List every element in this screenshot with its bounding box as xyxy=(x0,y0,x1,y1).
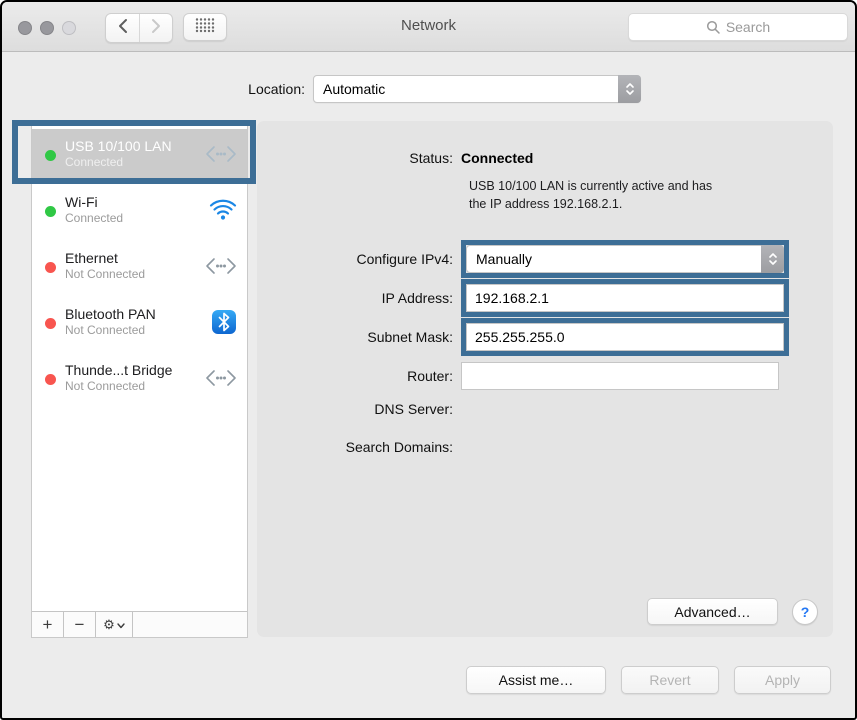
configure-ipv4-row: Configure IPv4: Manually xyxy=(257,240,789,278)
wifi-icon xyxy=(209,199,237,221)
stepper-arrows-icon xyxy=(761,245,784,273)
location-value: Automatic xyxy=(323,81,385,97)
location-label: Location: xyxy=(2,81,305,97)
apply-button[interactable]: Apply xyxy=(734,666,831,694)
title-bar: Network Search xyxy=(2,2,855,52)
status-dot-green xyxy=(45,206,56,217)
window-footer: Assist me… Revert Apply xyxy=(466,666,831,694)
sidebar-item-bluetooth-pan[interactable]: Bluetooth PAN Not Connected xyxy=(32,297,247,347)
remove-service-button[interactable]: − xyxy=(64,612,96,637)
subnet-mask-label: Subnet Mask: xyxy=(257,329,461,345)
advanced-button[interactable]: Advanced… xyxy=(647,598,778,625)
location-dropdown[interactable]: Automatic xyxy=(313,75,641,103)
dns-server-label: DNS Server: xyxy=(257,401,461,417)
router-row: Router: xyxy=(257,362,779,390)
configure-ipv4-label: Configure IPv4: xyxy=(257,251,461,267)
ip-address-field[interactable] xyxy=(466,284,784,312)
ethernet-icon xyxy=(205,369,237,387)
router-label: Router: xyxy=(257,368,461,384)
service-name: Ethernet xyxy=(65,250,201,267)
sidebar-item-ethernet[interactable]: Ethernet Not Connected xyxy=(32,241,247,291)
dns-server-row: DNS Server: xyxy=(257,401,461,417)
service-actions-button[interactable]: ⚙ xyxy=(96,612,133,637)
ethernet-icon xyxy=(205,145,237,163)
status-dot-green xyxy=(45,150,56,161)
subnet-mask-field[interactable] xyxy=(466,323,784,351)
status-dot-red xyxy=(45,374,56,385)
annotation-ip-address xyxy=(461,279,789,317)
configure-ipv4-dropdown[interactable]: Manually xyxy=(466,245,784,273)
assist-me-button[interactable]: Assist me… xyxy=(466,666,606,694)
router-field[interactable] xyxy=(461,362,779,390)
status-label: Status: xyxy=(257,150,461,166)
add-service-button[interactable]: + xyxy=(32,612,64,637)
search-icon xyxy=(706,20,721,35)
ip-address-row: IP Address: xyxy=(257,279,789,317)
service-status: Connected xyxy=(65,211,205,226)
status-dot-red xyxy=(45,318,56,329)
chevron-down-icon xyxy=(117,623,125,629)
service-name: Thunde...t Bridge xyxy=(65,362,201,379)
service-status: Not Connected xyxy=(65,379,201,394)
service-list: USB 10/100 LAN Connected Wi-Fi Connected xyxy=(32,121,247,403)
help-button[interactable]: ? xyxy=(792,599,818,625)
status-row: Status: Connected xyxy=(257,150,533,166)
ip-address-label: IP Address: xyxy=(257,290,461,306)
service-detail-pane: Status: Connected USB 10/100 LAN is curr… xyxy=(257,121,833,637)
service-status: Connected xyxy=(65,155,201,170)
network-services-sidebar: USB 10/100 LAN Connected Wi-Fi Connected xyxy=(31,120,248,638)
configure-ipv4-value: Manually xyxy=(476,251,532,267)
bluetooth-icon xyxy=(211,309,237,335)
service-status: Not Connected xyxy=(65,267,201,282)
service-list-toolbar: + − ⚙ xyxy=(32,611,247,637)
search-domains-label: Search Domains: xyxy=(257,439,461,455)
sidebar-item-wifi[interactable]: Wi-Fi Connected xyxy=(32,185,247,235)
service-name: Bluetooth PAN xyxy=(65,306,207,323)
subnet-mask-row: Subnet Mask: xyxy=(257,318,789,356)
search-placeholder: Search xyxy=(726,19,770,35)
stepper-arrows-icon xyxy=(618,75,641,103)
network-preferences-window: Network Search Location: Automatic xyxy=(0,0,857,720)
status-description: USB 10/100 LAN is currently active and h… xyxy=(469,177,759,213)
status-value: Connected xyxy=(461,150,533,166)
ethernet-icon xyxy=(205,257,237,275)
service-status: Not Connected xyxy=(65,323,207,338)
revert-button[interactable]: Revert xyxy=(621,666,719,694)
annotation-subnet-mask xyxy=(461,318,789,356)
service-name: USB 10/100 LAN xyxy=(65,138,201,155)
sidebar-item-thunderbolt-bridge[interactable]: Thunde...t Bridge Not Connected xyxy=(32,353,247,403)
status-dot-red xyxy=(45,262,56,273)
search-input[interactable]: Search xyxy=(628,13,848,41)
annotation-configure-ipv4: Manually xyxy=(461,240,789,278)
gear-icon: ⚙ xyxy=(103,613,115,637)
detail-pane-footer: Advanced… ? xyxy=(647,598,818,625)
sidebar-item-usb-lan[interactable]: USB 10/100 LAN Connected xyxy=(32,129,247,179)
service-name: Wi-Fi xyxy=(65,194,205,211)
window-body: Location: Automatic USB 10/100 LAN Conne… xyxy=(2,52,855,718)
search-domains-row: Search Domains: xyxy=(257,439,461,455)
location-row: Location: Automatic xyxy=(2,75,641,103)
